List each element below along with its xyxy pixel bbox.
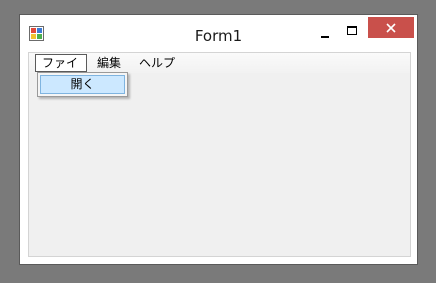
title-bar[interactable]: Form1 — [20, 15, 417, 52]
menu-help[interactable]: ヘルプ — [133, 54, 181, 72]
minimize-icon — [321, 36, 329, 38]
close-icon — [386, 23, 396, 33]
minimize-button[interactable] — [316, 25, 334, 41]
form1-window: Form1 ファイル 編集 ヘルプ 開く — [19, 14, 418, 265]
client-area: ファイル 編集 ヘルプ 開く — [28, 52, 411, 257]
maximize-button[interactable] — [342, 23, 362, 39]
menu-edit[interactable]: 編集 — [91, 54, 127, 72]
close-button[interactable] — [368, 17, 414, 38]
menu-file[interactable]: ファイル — [35, 54, 87, 86]
menu-bar: ファイル 編集 ヘルプ — [29, 53, 410, 86]
menu-item-open[interactable]: 開く — [40, 75, 125, 94]
file-dropdown-menu: 開く — [37, 72, 128, 97]
maximize-icon — [347, 26, 357, 35]
